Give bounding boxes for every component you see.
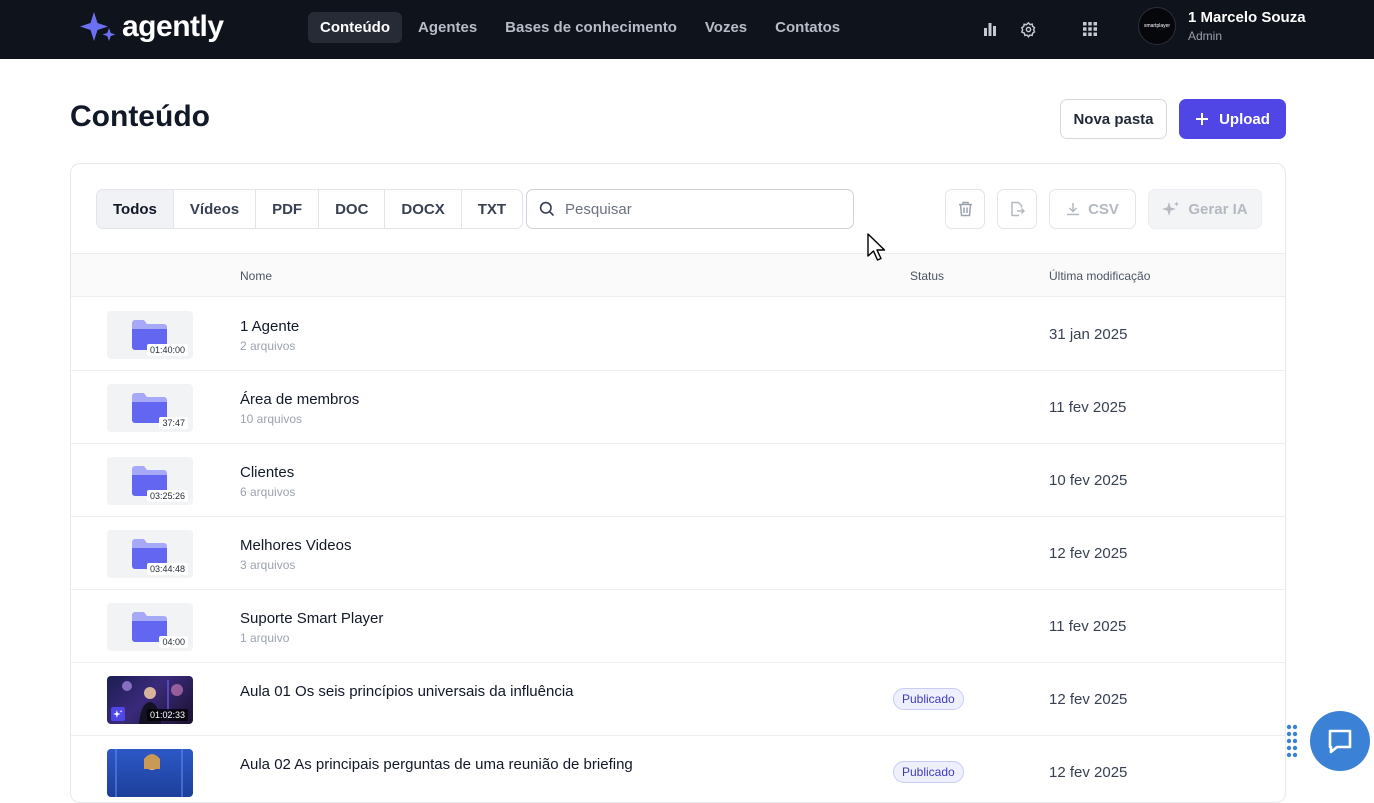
search-icon [539,201,555,217]
row-file-count: 1 arquivo [240,631,290,645]
row-name[interactable]: Área de membros [240,391,359,408]
nav-item-bases-de-conhecimento[interactable]: Bases de conhecimento [493,12,689,43]
row-name[interactable]: Suporte Smart Player [240,610,383,627]
main-nav: Conteúdo Agentes Bases de conhecimento V… [308,12,852,43]
apps-grid-icon[interactable] [1078,17,1102,41]
row-date: 11 fev 2025 [1049,618,1127,635]
row-date: 12 fev 2025 [1049,545,1128,562]
export-csv-button[interactable]: CSV [1049,189,1136,229]
table-row[interactable]: 37:47 Área de membros 10 arquivos 11 fev… [71,371,1285,444]
row-name[interactable]: Clientes [240,464,294,481]
folder-thumbnail: 03:44:48 [107,530,193,578]
filter-txt[interactable]: TXT [460,190,522,228]
row-name[interactable]: Melhores Videos [240,537,351,554]
nav-item-conteudo[interactable]: Conteúdo [308,12,402,43]
row-date: 12 fev 2025 [1049,764,1128,781]
sparkle-icon [1162,201,1180,216]
folder-thumbnail: 04:00 [107,603,193,651]
table-header: Nome Status Última modificação [71,253,1285,297]
brand-logo[interactable]: agently [80,10,224,44]
duration-label: 01:40:00 [146,344,188,356]
search-input[interactable] [565,200,825,218]
column-header-status[interactable]: Status [910,269,944,283]
gear-icon[interactable] [1016,17,1040,41]
page-title: Conteúdo [70,100,210,133]
filter-docx[interactable]: DOCX [384,190,460,228]
filter-doc[interactable]: DOC [318,190,384,228]
video-thumbnail [107,749,193,797]
row-date: 11 fev 2025 [1049,399,1127,416]
user-menu[interactable]: smartplayer 1 Marcelo Souza Admin [1138,7,1306,45]
type-filter-tabs: Todos Vídeos PDF DOC DOCX TXT [96,189,524,229]
download-icon [1067,203,1080,216]
table-row[interactable]: 03:44:48 Melhores Videos 3 arquivos 12 f… [71,517,1285,590]
video-thumbnail: 01:02:33 [107,676,193,724]
nav-item-agentes[interactable]: Agentes [406,12,489,43]
nav-item-contatos[interactable]: Contatos [763,12,852,43]
user-name: 1 Marcelo Souza [1188,9,1306,26]
row-name[interactable]: 1 Agente [240,318,299,335]
duration-label: 03:44:48 [146,563,188,575]
filter-todos[interactable]: Todos [97,190,173,228]
duration-label: 03:25:26 [146,490,188,502]
upload-button[interactable]: Upload [1179,99,1286,139]
row-date: 12 fev 2025 [1049,691,1128,708]
chat-widget-button[interactable] [1310,711,1370,771]
sparkle-logo-icon [80,12,116,41]
table-row[interactable]: 01:40:00 1 Agente 2 arquivos 31 jan 2025 [71,298,1285,371]
row-file-count: 3 arquivos [240,558,296,572]
move-button[interactable] [997,189,1037,229]
row-name[interactable]: Aula 02 As principais perguntas de uma r… [240,756,633,773]
content-card: Todos Vídeos PDF DOC DOCX TXT CSV Gerar … [70,163,1286,803]
duration-label: 04:00 [159,636,188,648]
duration-label: 37:47 [159,417,188,429]
status-badge: Publicado [893,688,964,710]
plus-icon [1196,113,1209,125]
file-export-icon [1011,201,1025,217]
new-folder-button[interactable]: Nova pasta [1060,99,1167,139]
topbar-icon-group [978,17,1102,41]
row-date: 31 jan 2025 [1049,326,1128,343]
bar-chart-icon[interactable] [978,17,1002,41]
chat-bubble-icon [1328,729,1352,754]
row-file-count: 6 arquivos [240,485,296,499]
table-row[interactable]: 04:00 Suporte Smart Player 1 arquivo 11 … [71,590,1285,663]
folder-thumbnail: 03:25:26 [107,457,193,505]
top-navigation-bar: agently Conteúdo Agentes Bases de conhec… [0,0,1374,59]
filter-pdf[interactable]: PDF [255,190,318,228]
avatar: smartplayer [1138,7,1176,45]
mouse-cursor-icon [867,233,886,261]
table-row[interactable]: 03:25:26 Clientes 6 arquivos 10 fev 2025 [71,444,1285,517]
trash-icon [958,201,972,217]
user-role: Admin [1188,29,1223,43]
ai-sparkle-badge-icon [111,707,125,721]
filter-videos[interactable]: Vídeos [172,190,255,228]
folder-thumbnail: 01:40:00 [107,311,193,359]
row-name[interactable]: Aula 01 Os seis princípios universais da… [240,683,574,700]
row-file-count: 2 arquivos [240,339,296,353]
status-badge: Publicado [893,761,964,783]
delete-button[interactable] [945,189,985,229]
drag-handle-icon[interactable] [1286,724,1298,758]
duration-label: 01:02:33 [146,709,188,721]
user-info: 1 Marcelo Souza Admin [1188,9,1306,43]
generate-ai-button[interactable]: Gerar IA [1148,189,1262,229]
row-date: 10 fev 2025 [1049,472,1128,489]
csv-label: CSV [1088,200,1119,218]
table-row[interactable]: 01:02:33 Aula 01 Os seis princípios univ… [71,663,1285,736]
avatar-logo-text: smartplayer [1143,23,1171,29]
column-header-name[interactable]: Nome [240,269,272,283]
generate-ai-label: Gerar IA [1188,200,1248,218]
search-box [526,189,854,229]
nav-item-vozes[interactable]: Vozes [693,12,759,43]
row-file-count: 10 arquivos [240,412,303,426]
presenter-image [115,749,183,797]
brand-name: agently [122,10,224,43]
folder-thumbnail: 37:47 [107,384,193,432]
table-row[interactable]: Aula 02 As principais perguntas de uma r… [71,736,1285,802]
column-header-modified[interactable]: Última modificação [1049,269,1150,283]
upload-button-label: Upload [1219,110,1270,128]
